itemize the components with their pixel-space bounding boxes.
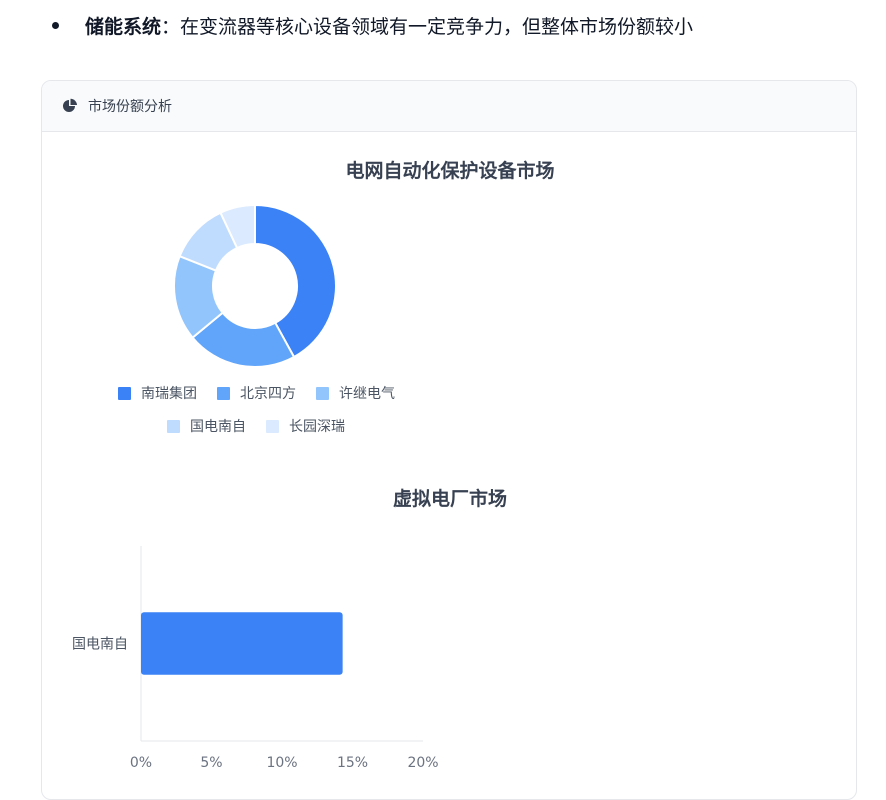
bullet-text: ：在变流器等核心设备领域有一定竞争力，但整体市场份额较小 [161,15,694,38]
bullet-dot [52,21,59,29]
x-tick-label: 0% [130,755,152,771]
legend-swatch [217,386,230,400]
x-tick-label: 15% [337,755,368,771]
y-category-label: 国电南自 [72,637,128,653]
legend-swatch [316,386,329,400]
legend-label: 南瑞集团 [141,386,197,402]
card-title: 市场份额分析 [88,99,172,115]
legend-label: 北京四方 [240,386,296,402]
legend-label: 国电南自 [190,419,246,435]
bar-chart-title: 虚拟电厂市场 [392,488,507,510]
pie-chart [173,203,337,368]
legend-item[interactable]: 国电南自 [167,416,246,436]
legend-label: 许继电气 [339,386,395,402]
bullet-term: 储能系统 [85,15,162,38]
bullet-line: 储能系统 ：在变流器等核心设备领域有一定竞争力，但整体市场份额较小 [50,8,693,42]
pie-legend-row-2: 国电南自 长园深瑞 [167,416,365,436]
legend-item[interactable]: 北京四方 [217,383,296,403]
pie-chart-title: 电网自动化保护设备市场 [345,160,555,182]
bar-chart: 0% 5% 10% 15% 20% 国电南自 [72,546,439,771]
pie-legend-row-1: 南瑞集团 北京四方 许继电气 [118,383,415,403]
x-tick-label: 10% [266,755,297,771]
x-tick-label: 20% [407,755,438,771]
market-share-card: 市场份额分析 电网自动化保护设备市场 南瑞集团 北京四方 许继电气 国电南自 长… [41,80,857,800]
legend-item[interactable]: 许继电气 [316,383,395,403]
pie-chart-icon [62,98,78,114]
legend-label: 长园深瑞 [289,419,345,435]
legend-swatch [167,419,180,433]
legend-item[interactable]: 长园深瑞 [266,416,345,436]
legend-swatch [266,419,279,433]
bar-国电南自[interactable] [141,612,343,675]
legend-swatch [118,386,131,400]
x-tick-label: 5% [200,755,222,771]
legend-item[interactable]: 南瑞集团 [118,383,197,403]
card-header: 市场份额分析 [42,81,856,132]
